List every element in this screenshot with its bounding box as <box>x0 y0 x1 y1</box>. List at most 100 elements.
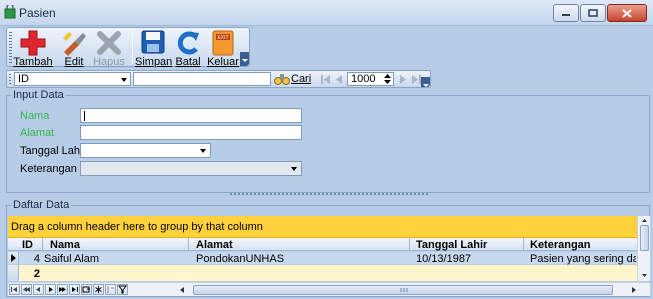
maximize-button[interactable] <box>580 4 606 22</box>
column-header-nama[interactable]: Nama <box>50 239 80 251</box>
last-record-icon <box>72 287 78 292</box>
limit-value: 1000 <box>351 73 376 85</box>
window-controls <box>553 4 647 22</box>
nama-field[interactable] <box>80 108 302 123</box>
cari-label: Cari <box>291 73 312 85</box>
hapus-button[interactable]: Hapus <box>93 29 125 68</box>
prev-record-button[interactable] <box>33 284 44 295</box>
searchbar-grip[interactable] <box>9 74 11 85</box>
chevron-down-icon <box>121 78 127 82</box>
alamat-field[interactable] <box>80 125 302 140</box>
limit-spinner[interactable]: 1000 <box>347 72 394 86</box>
grip-icon <box>400 288 408 292</box>
row-indicator[interactable] <box>8 252 19 264</box>
save-icon <box>141 30 165 54</box>
scroll-down-icon[interactable] <box>638 272 651 280</box>
next-record-icon <box>49 287 53 292</box>
tambah-button[interactable]: Tambah <box>13 29 53 68</box>
first-record-button[interactable] <box>9 284 20 295</box>
search-input[interactable] <box>133 72 271 86</box>
grid-header: ID Nama Alamat Tanggal Lahir Keterangan <box>8 238 637 251</box>
prev-record-icon <box>36 287 40 292</box>
next-page-button[interactable] <box>57 284 68 295</box>
cell-nama[interactable]: Saiful Alam <box>44 253 184 265</box>
spinner-arrows-icon[interactable] <box>383 73 392 85</box>
horizontal-scroll-thumb[interactable] <box>193 285 613 295</box>
edit-label: Edit <box>64 56 84 68</box>
keluar-label: Keluar <box>207 56 239 68</box>
next-page-icon[interactable] <box>398 74 408 85</box>
vertical-scroll-thumb[interactable] <box>640 225 649 251</box>
column-divider[interactable] <box>409 238 410 251</box>
hapus-label: Hapus <box>93 56 125 68</box>
column-header-tanggal-lahir[interactable]: Tanggal Lahir <box>416 239 487 251</box>
first-record-icon <box>11 287 17 292</box>
minimize-button[interactable] <box>553 4 579 22</box>
prev-page-icon[interactable] <box>334 74 344 85</box>
minimize-icon <box>562 14 570 16</box>
search-field-select[interactable]: ID <box>14 72 131 86</box>
close-button[interactable] <box>607 4 647 22</box>
chevron-down-icon <box>200 149 206 153</box>
first-page-icon[interactable] <box>320 74 332 85</box>
panel-splitter[interactable] <box>230 193 430 195</box>
table-row[interactable]: 4 Saiful Alam PondokanUNHAS 10/13/1987 P… <box>8 252 637 265</box>
close-icon <box>622 8 632 18</box>
prev-page-button[interactable] <box>21 284 32 295</box>
group-by-panel[interactable]: Drag a column header here to group by th… <box>8 216 637 238</box>
tambah-label: Tambah <box>13 56 53 68</box>
next-page-icon <box>59 287 66 292</box>
batal-button[interactable]: Batal <box>173 29 203 68</box>
exit-icon: EXIT <box>212 30 234 56</box>
append-blank-icon <box>107 286 114 293</box>
column-divider[interactable] <box>523 238 524 251</box>
filter-icon <box>118 285 127 294</box>
chevron-down-icon <box>291 167 297 171</box>
append-blank-button[interactable] <box>105 284 116 295</box>
cell-alamat[interactable]: PondokanUNHAS <box>196 253 406 265</box>
new-item-row[interactable]: 2 <box>8 265 637 281</box>
vertical-scrollbar[interactable] <box>637 216 650 281</box>
column-divider[interactable] <box>188 238 189 251</box>
edit-button[interactable]: Edit <box>59 29 89 68</box>
cell-keterangan[interactable]: Pasien yang sering datang 2 mi <box>530 253 636 265</box>
scroll-left-icon[interactable] <box>178 284 186 296</box>
svg-text:EXIT: EXIT <box>217 35 228 41</box>
keterangan-select[interactable] <box>80 161 302 176</box>
filter-button[interactable] <box>117 284 128 295</box>
asterisk-icon <box>95 286 102 293</box>
maximize-icon <box>588 9 598 17</box>
tanggal-lahir-picker[interactable] <box>80 143 211 158</box>
record-navigator <box>9 284 129 295</box>
nama-label: Nama <box>20 110 50 122</box>
keterangan-label: Keterangan <box>20 163 77 175</box>
input-data-legend: Input Data <box>11 89 66 101</box>
searchbar-overflow-button[interactable] <box>421 77 430 87</box>
search-field-value: ID <box>18 73 29 85</box>
cell-tanggal-lahir[interactable]: 10/13/1987 <box>416 253 521 265</box>
last-record-button[interactable] <box>69 284 80 295</box>
insert-record-button[interactable] <box>81 284 92 295</box>
current-row-icon <box>11 254 16 262</box>
column-divider[interactable] <box>42 238 43 251</box>
column-header-keterangan[interactable]: Keterangan <box>530 239 591 251</box>
keluar-button[interactable]: EXIT Keluar <box>205 29 241 68</box>
scroll-up-icon[interactable] <box>638 216 651 224</box>
cell-id[interactable]: 4 <box>22 253 40 265</box>
append-record-button[interactable] <box>93 284 104 295</box>
scroll-right-icon[interactable] <box>630 284 638 296</box>
batal-label: Batal <box>175 56 201 68</box>
alamat-label: Alamat <box>20 127 55 139</box>
main-toolbar: Tambah Edit Hapus Simpan Batal EXIT Kelu… <box>6 27 250 68</box>
app-icon <box>4 5 16 19</box>
simpan-button[interactable]: Simpan <box>135 29 172 68</box>
group-by-hint: Drag a column header here to group by th… <box>11 221 263 233</box>
next-record-button[interactable] <box>45 284 56 295</box>
toolbar-overflow-button[interactable] <box>240 52 249 66</box>
column-header-id[interactable]: ID <box>22 239 33 251</box>
row-indicator[interactable] <box>8 265 19 281</box>
column-header-alamat[interactable]: Alamat <box>196 239 233 251</box>
prev-page-icon <box>23 287 30 292</box>
toolbar-grip[interactable] <box>9 32 12 64</box>
new-row-id: 2 <box>33 268 40 280</box>
